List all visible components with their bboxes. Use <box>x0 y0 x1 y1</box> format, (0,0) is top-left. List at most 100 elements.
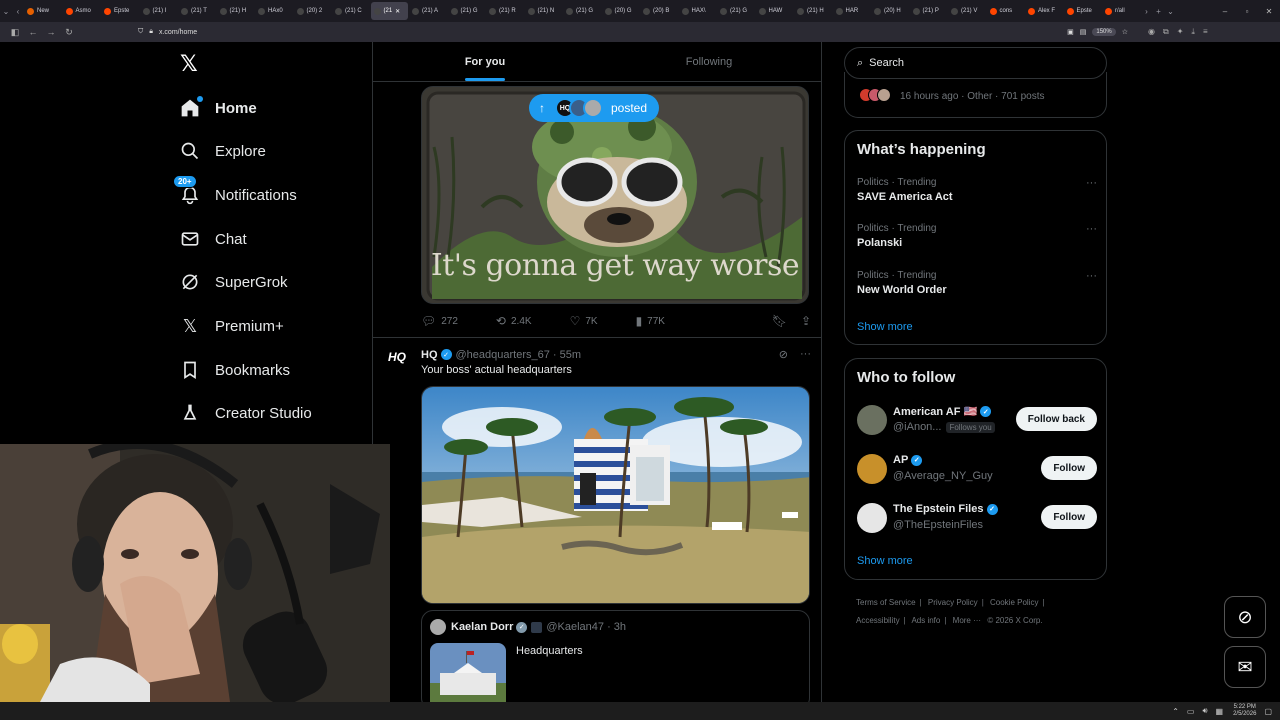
tweet[interactable]: HQ HQ ✓ @headquarters_67 · 55m ⊘ ··· You… <box>373 338 821 702</box>
reply-button[interactable]: 💬︎ 272 <box>421 314 458 328</box>
quoted-tweet-image[interactable] <box>430 643 506 702</box>
browser-tab[interactable]: (20) 2 <box>294 2 332 20</box>
trend-item[interactable]: Politics · Trending Polanski ··· <box>857 223 1097 249</box>
like-button[interactable]: ♡ 7K <box>570 314 598 328</box>
browser-tab[interactable]: (21) R <box>486 2 524 20</box>
browser-tab[interactable]: Epste <box>1064 2 1102 20</box>
footer-link-more[interactable]: More ··· <box>953 616 981 625</box>
download-icon[interactable]: ⤓ <box>1191 27 1195 37</box>
tab-following[interactable]: Following <box>597 42 821 81</box>
browser-tab[interactable]: (20) G <box>602 2 640 20</box>
browser-tab[interactable]: HAX\ <box>679 2 717 20</box>
browser-tab[interactable]: (21) H <box>794 2 832 20</box>
author-name[interactable]: HQ <box>421 349 438 361</box>
volume-icon[interactable]: 🔊︎ <box>1202 706 1207 716</box>
messages-button[interactable]: ✉ <box>1224 646 1266 688</box>
sidebar-toggle-icon[interactable]: ◧ <box>6 27 24 38</box>
taskbar-clock[interactable]: 5:22 PM 2/5/2026 <box>1233 704 1256 718</box>
browser-tab[interactable]: (21) N <box>525 2 563 20</box>
restore-icon[interactable]: ▫ <box>1236 7 1258 16</box>
list-all-tabs-icon[interactable]: ⌄ <box>1165 7 1177 16</box>
browser-tab[interactable]: (21) T <box>178 2 216 20</box>
quoted-tweet-time[interactable]: · 3h <box>607 621 626 633</box>
footer-link-cookie[interactable]: Cookie Policy <box>990 598 1038 607</box>
trend-item[interactable]: Politics · Trending New World Order ··· <box>857 270 1097 296</box>
more-options-icon[interactable]: ··· <box>1086 177 1097 189</box>
nav-explore[interactable]: Explore <box>179 136 266 166</box>
browser-tab[interactable]: HAR <box>833 2 871 20</box>
url-text[interactable]: x.com/home <box>159 29 197 36</box>
avatar[interactable] <box>857 405 887 435</box>
new-tab-icon[interactable]: + <box>1153 7 1165 16</box>
follow-suggestion[interactable]: American AF 🇺🇸 ✓ @iAnon... Follows you Fo… <box>857 403 1097 437</box>
nav-supergrok[interactable]: SuperGrok <box>179 267 288 297</box>
avatar[interactable] <box>430 619 446 635</box>
network-icon[interactable]: ▭ <box>1187 707 1195 716</box>
follow-button[interactable]: Follow <box>1041 456 1097 480</box>
extension-icon[interactable]: ✦ <box>1177 27 1184 37</box>
extensions-icon[interactable]: ⧉ <box>1163 27 1169 37</box>
quoted-author-name[interactable]: Kaelan Dorr <box>451 621 513 633</box>
reload-icon[interactable]: ↻ <box>60 27 78 38</box>
follow-suggestion[interactable]: The Epstein Files ✓ @TheEpsteinFiles Fol… <box>857 501 1097 535</box>
browser-tab[interactable]: (21) G <box>717 2 755 20</box>
grok-button[interactable]: ⊘ <box>1224 596 1266 638</box>
search-input[interactable]: ⌕ Search <box>844 47 1107 79</box>
footer-link-privacy[interactable]: Privacy Policy <box>928 598 978 607</box>
x-logo-icon[interactable]: 𝕏 <box>180 52 198 77</box>
browser-tab[interactable]: r/all <box>1102 2 1140 20</box>
follow-suggestion[interactable]: AP ✓ @Average_NY_Guy Follow <box>857 452 1097 486</box>
menu-icon[interactable]: ≡ <box>1203 27 1208 37</box>
avatar[interactable] <box>857 503 887 533</box>
forward-icon[interactable]: → <box>42 27 60 37</box>
browser-tab[interactable]: (21) H <box>217 2 255 20</box>
footer-link-terms[interactable]: Terms of Service <box>856 598 916 607</box>
follow-back-button[interactable]: Follow back <box>1015 407 1097 431</box>
minimize-icon[interactable]: – <box>1214 7 1236 16</box>
tab-list-icon[interactable]: ⌄ <box>0 7 12 16</box>
browser-tab[interactable]: Epste <box>101 2 139 20</box>
quoted-tweet[interactable]: Kaelan Dorr ✓ @Kaelan47 · 3h Headquarter… <box>421 610 810 702</box>
more-options-icon[interactable]: ··· <box>800 348 811 361</box>
nav-bookmarks[interactable]: Bookmarks <box>179 355 290 385</box>
nav-creator-studio[interactable]: Creator Studio <box>179 398 312 428</box>
more-options-icon[interactable]: ··· <box>1086 223 1097 235</box>
tweet-media-image[interactable] <box>421 386 810 604</box>
nav-notifications[interactable]: 20+ Notifications <box>173 175 297 210</box>
trend-item[interactable]: Politics · Trending SAVE America Act ··· <box>857 177 1097 203</box>
scroll-tabs-left-icon[interactable]: ‹ <box>12 7 24 16</box>
reader-icon[interactable]: ▤ <box>1080 28 1087 36</box>
browser-tab[interactable]: (21) I <box>140 2 178 20</box>
more-options-icon[interactable]: ··· <box>1086 270 1097 282</box>
scroll-tabs-right-icon[interactable]: › <box>1141 7 1153 16</box>
new-posts-pill[interactable]: ↑ HQ posted <box>529 94 660 122</box>
follow-button[interactable]: Follow <box>1041 505 1097 529</box>
avatar[interactable] <box>857 454 887 484</box>
shield-icon[interactable]: ⛉ <box>138 28 143 36</box>
browser-tab[interactable]: (20) B <box>640 2 678 20</box>
avatar[interactable]: HQ <box>388 350 412 374</box>
screenshot-icon[interactable]: ▣ <box>1067 28 1074 36</box>
browser-tab[interactable]: New <box>24 2 62 20</box>
browser-tab[interactable]: Alex F <box>1025 2 1063 20</box>
bookmark-star-icon[interactable]: ☆ <box>1122 28 1128 36</box>
tab-for-you[interactable]: For you <box>373 42 597 81</box>
address-bar[interactable]: ⛉ 🔒︎ x.com/home ▣ ▤ 150% ☆ <box>138 25 1128 39</box>
browser-tab[interactable]: (21) V <box>948 2 986 20</box>
browser-tab[interactable]: (20) H <box>871 2 909 20</box>
nav-home[interactable]: Home <box>179 93 257 123</box>
bookmark-icon[interactable]: 🔖︎ <box>772 314 787 328</box>
nav-chat[interactable]: Chat <box>179 224 247 254</box>
tray-expand-icon[interactable]: ⌃ <box>1172 707 1179 716</box>
browser-tab[interactable]: HAW <box>756 2 794 20</box>
browser-tab[interactable]: HAx0 <box>255 2 293 20</box>
close-tab-icon[interactable]: ✕ <box>395 8 400 15</box>
footer-link-ads-info[interactable]: Ads info <box>911 616 940 625</box>
lock-icon[interactable]: 🔒︎ <box>149 28 153 36</box>
repost-button[interactable]: ⟲ 2.4K <box>496 314 532 328</box>
browser-tab[interactable]: (21) G <box>448 2 486 20</box>
show-more-link[interactable]: Show more <box>857 321 913 333</box>
tweet-time[interactable]: · 55m <box>553 349 581 361</box>
browser-tab[interactable]: Asmo <box>63 2 101 20</box>
browser-tab[interactable]: (21) P <box>910 2 948 20</box>
